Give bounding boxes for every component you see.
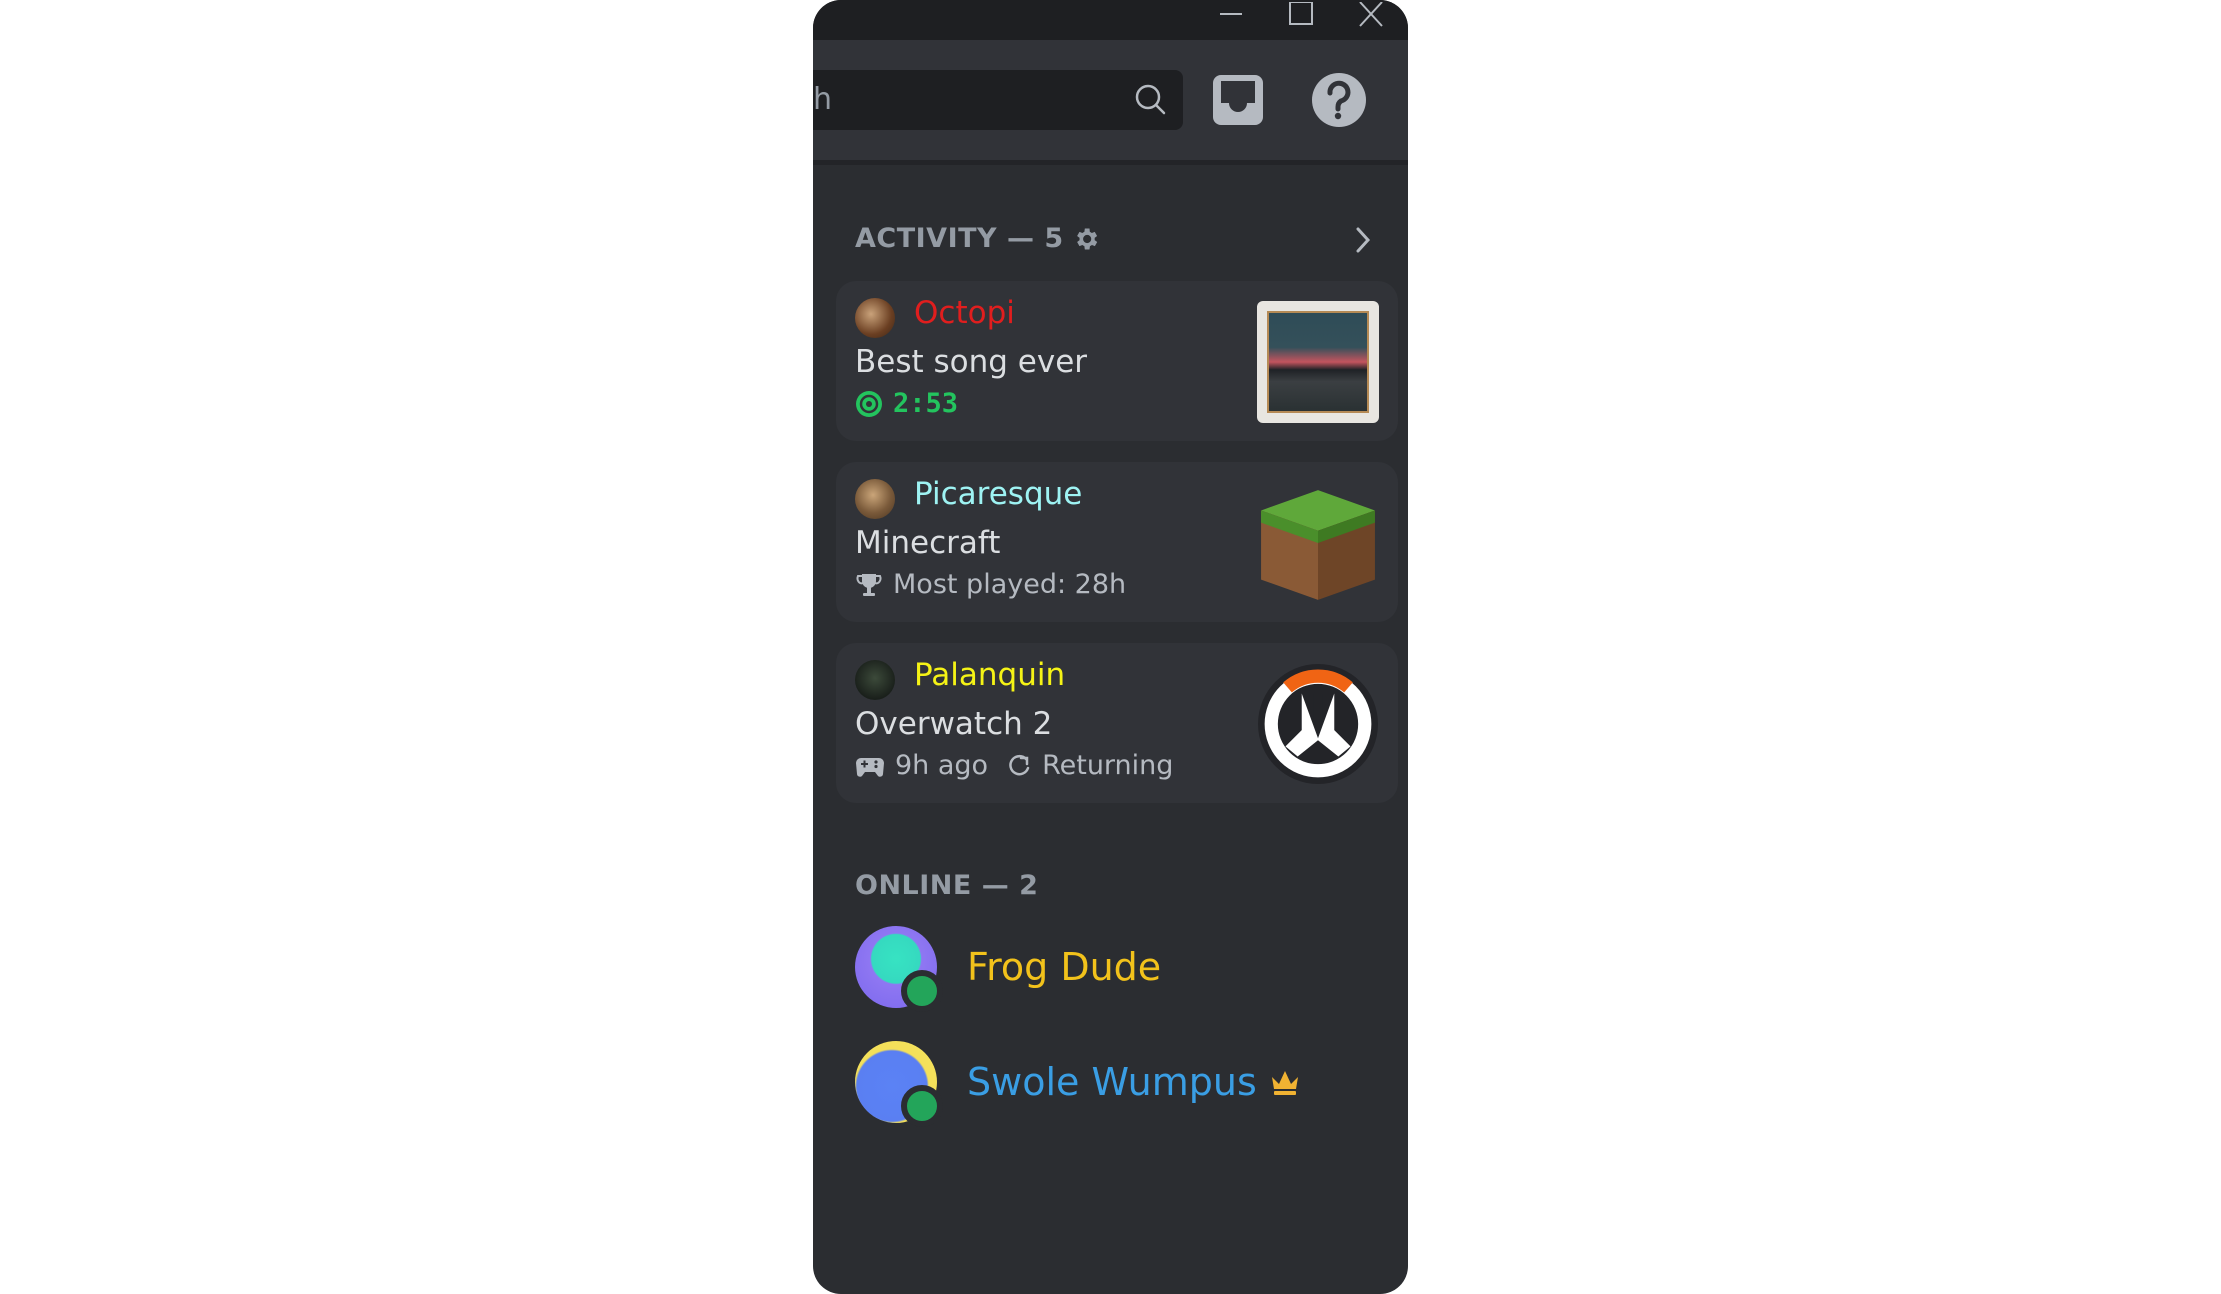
activity-card[interactable]: Octopi Best song ever 2:53 — [836, 281, 1398, 441]
minecraft-logo[interactable] — [1257, 482, 1379, 604]
search-icon[interactable] — [1133, 82, 1169, 118]
refresh-icon — [1009, 754, 1030, 775]
trophy-icon — [856, 573, 882, 596]
username[interactable]: Palanquin — [914, 657, 1065, 693]
toolbar: h — [813, 40, 1408, 165]
chevron-right-icon[interactable] — [1348, 225, 1378, 255]
activity-meta: 2:53 — [855, 388, 958, 419]
avatar[interactable] — [855, 298, 895, 338]
maximize-button[interactable] — [1280, 0, 1320, 32]
elapsed-time: 2:53 — [893, 388, 959, 419]
minimize-icon — [1220, 13, 1242, 15]
search-placeholder: h — [813, 82, 833, 117]
music-disc-icon — [856, 390, 882, 417]
username[interactable]: Octopi — [914, 295, 1015, 331]
avatar[interactable] — [855, 660, 895, 700]
member-row[interactable]: Swole Wumpus — [855, 1040, 1301, 1127]
avatar — [855, 1041, 943, 1127]
activity-meta: 9h ago Returning — [855, 750, 1173, 781]
close-icon — [1359, 2, 1383, 27]
avatar — [855, 926, 943, 1012]
close-button[interactable] — [1350, 0, 1390, 32]
activity-card[interactable]: Picaresque Minecraft Most played: 28h — [836, 462, 1398, 622]
search-input[interactable]: h — [813, 70, 1183, 130]
member-name: Swole Wumpus — [967, 1060, 1257, 1104]
activity-header-label: ACTIVITY — 5 — [855, 223, 1064, 254]
online-header-label: ONLINE — 2 — [855, 870, 1039, 901]
activity-meta: Most played: 28h — [855, 569, 1126, 600]
activity-header: ACTIVITY — 5 — [855, 223, 1100, 254]
overwatch-logo[interactable] — [1257, 663, 1379, 785]
most-played: Most played: 28h — [893, 569, 1127, 600]
last-played: 9h ago — [895, 750, 989, 781]
online-status-indicator — [901, 1085, 943, 1127]
crown-icon — [1271, 1071, 1298, 1095]
album-art[interactable] — [1257, 301, 1379, 423]
activity-card[interactable]: Palanquin Overwatch 2 9h ago Returning — [836, 643, 1398, 803]
online-status-indicator — [901, 970, 943, 1012]
activity-title: Overwatch 2 — [855, 706, 1053, 742]
title-bar — [813, 0, 1408, 40]
minimize-button[interactable] — [1210, 0, 1250, 32]
username[interactable]: Picaresque — [914, 476, 1082, 512]
inbox-icon[interactable] — [1213, 75, 1263, 125]
activity-title: Best song ever — [855, 344, 1088, 380]
help-icon[interactable] — [1311, 72, 1367, 128]
online-header: ONLINE — 2 — [855, 870, 1038, 901]
gear-icon[interactable] — [1072, 225, 1100, 253]
returning-label: Returning — [1042, 750, 1174, 781]
member-name: Frog Dude — [967, 945, 1162, 989]
maximize-icon — [1289, 2, 1313, 25]
avatar[interactable] — [855, 479, 895, 519]
app-window: h ACTIVITY — 5 Octopi Best song ever 2:5… — [813, 0, 1408, 1294]
activity-title: Minecraft — [855, 525, 1001, 561]
gamepad-icon — [856, 757, 884, 777]
member-row[interactable]: Frog Dude — [855, 925, 1162, 1012]
